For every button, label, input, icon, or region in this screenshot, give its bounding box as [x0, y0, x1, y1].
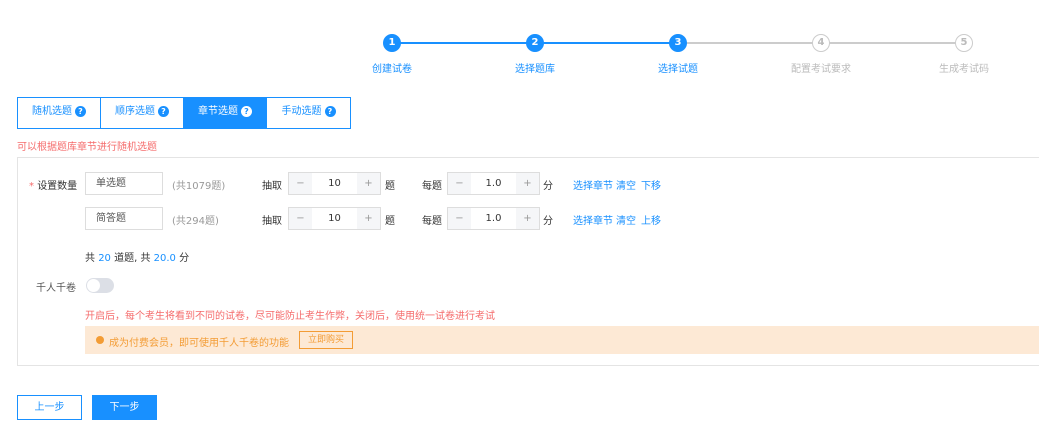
select-chapter-link[interactable]: 选择章节: [573, 212, 613, 227]
hint-text: 可以根据题库章节进行随机选题: [17, 142, 157, 153]
extract-stepper[interactable]: −10 +: [288, 172, 381, 195]
next-button[interactable]: 下一步: [92, 395, 157, 420]
step-label: 配置考试要求: [791, 64, 851, 75]
tab-label: 顺序选题: [115, 106, 155, 117]
plus-button[interactable]: +: [516, 208, 539, 229]
summary-text: 分: [179, 253, 190, 264]
clear-link[interactable]: 清空: [616, 177, 636, 192]
total-count: 20: [98, 253, 111, 264]
step-4: 4 配置考试要求: [761, 34, 881, 75]
minus-button[interactable]: −: [289, 208, 312, 229]
required-mark: *: [29, 181, 34, 192]
step-3: 3 选择试题: [618, 34, 738, 75]
score-value[interactable]: 1.0: [471, 208, 516, 229]
tab-random[interactable]: 随机选题?: [18, 98, 101, 128]
clear-link[interactable]: 清空: [616, 212, 636, 227]
step-label: 选择试题: [658, 64, 698, 75]
step-5: 5 生成考试码: [904, 34, 1024, 75]
buy-now-button[interactable]: 立即购买: [299, 331, 354, 349]
step-number: 5: [955, 34, 973, 52]
tab-label: 手动选题: [281, 106, 322, 117]
step-number: 4: [812, 34, 830, 52]
toggle-label: 千人千卷: [36, 283, 76, 294]
help-icon[interactable]: ?: [75, 106, 86, 117]
help-icon[interactable]: ?: [241, 106, 252, 117]
toggle-knob: [87, 279, 100, 292]
score-unit: 分: [543, 181, 553, 192]
unit-label: 题: [385, 216, 395, 227]
extract-value[interactable]: 10: [312, 173, 357, 194]
question-total: (共1079题): [172, 181, 226, 192]
count-label-text: 设置数量: [37, 181, 78, 192]
extract-stepper[interactable]: −10 +: [288, 207, 381, 230]
score-value[interactable]: 1.0: [471, 173, 516, 194]
tab-label: 随机选题: [32, 106, 72, 117]
unit-label: 题: [385, 181, 395, 192]
summary: 共 20 道题, 共 20.0 分: [85, 249, 189, 264]
question-type-field[interactable]: 单选题: [85, 172, 163, 195]
step-number: 3: [669, 34, 687, 52]
tab-manual[interactable]: 手动选题?: [267, 98, 350, 128]
step-label: 选择题库: [515, 64, 555, 75]
score-stepper[interactable]: −1.0 +: [447, 172, 540, 195]
question-type-field[interactable]: 简答题: [85, 207, 163, 230]
step-number: 1: [383, 34, 401, 52]
summary-text: 共: [85, 253, 95, 264]
plus-button[interactable]: +: [357, 173, 380, 194]
score-stepper[interactable]: −1.0 +: [447, 207, 540, 230]
toggle-description: 开启后，每个考生将看到不同的试卷，尽可能防止考生作弊，关闭后，使用统一试卷进行考…: [85, 311, 495, 322]
minus-button[interactable]: −: [289, 173, 312, 194]
extract-label: 抽取: [262, 181, 282, 192]
tab-sequential[interactable]: 顺序选题?: [101, 98, 184, 128]
plus-button[interactable]: +: [516, 173, 539, 194]
summary-text: 道题, 共: [114, 253, 151, 264]
tab-chapter[interactable]: 章节选题?: [184, 98, 267, 128]
per-label: 每题: [422, 181, 442, 192]
help-icon[interactable]: ?: [324, 106, 336, 117]
unique-paper-toggle[interactable]: [86, 278, 114, 293]
per-label: 每题: [422, 216, 442, 227]
tab-label: 章节选题: [198, 106, 238, 117]
banner-text: 成为付费会员，即可使用千人千卷的功能: [109, 338, 289, 349]
extract-label: 抽取: [262, 216, 282, 227]
question-total: (共294题): [172, 216, 219, 227]
count-label: * 设置数量: [29, 177, 77, 192]
help-icon[interactable]: ?: [158, 106, 169, 117]
prev-button[interactable]: 上一步: [17, 395, 82, 420]
step-number: 2: [526, 34, 544, 52]
info-icon: [96, 336, 104, 344]
total-score: 20.0: [153, 253, 176, 264]
move-up-link[interactable]: 上移: [641, 212, 661, 227]
selection-mode-tabs: 随机选题? 顺序选题? 章节选题? 手动选题?: [17, 97, 351, 129]
minus-button[interactable]: −: [448, 208, 471, 229]
upgrade-banner: 成为付费会员，即可使用千人千卷的功能 立即购买: [85, 326, 1039, 354]
plus-button[interactable]: +: [357, 208, 380, 229]
step-label: 创建试卷: [372, 64, 412, 75]
step-label: 生成考试码: [939, 64, 989, 75]
extract-value[interactable]: 10: [312, 208, 357, 229]
step-2: 2 选择题库: [475, 34, 595, 75]
minus-button[interactable]: −: [448, 173, 471, 194]
move-down-link[interactable]: 下移: [641, 177, 661, 192]
select-chapter-link[interactable]: 选择章节: [573, 177, 613, 192]
step-1: 1 创建试卷: [332, 34, 452, 75]
score-unit: 分: [543, 216, 553, 227]
